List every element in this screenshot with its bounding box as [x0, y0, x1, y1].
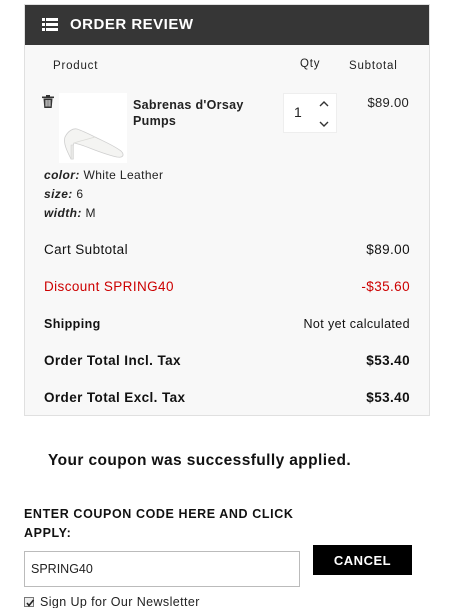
newsletter-signup[interactable]: Sign Up for Our Newsletter: [24, 595, 200, 608]
cart-subtotal-label: Cart Subtotal: [44, 242, 128, 257]
shipping-value: Not yet calculated: [303, 317, 410, 331]
product-name-link[interactable]: Sabrenas d'Orsay Pumps: [133, 97, 263, 129]
order-review-panel: ORDER REVIEW Product Qty Subtotal Sabren…: [24, 4, 430, 416]
coupon-code-label: ENTER COUPON CODE HERE AND CLICK APPLY:: [24, 507, 294, 540]
shipping-label: Shipping: [44, 317, 101, 331]
attribute-value: M: [85, 206, 96, 220]
discount-value: -$35.60: [361, 279, 410, 294]
coupon-code-input[interactable]: [24, 551, 300, 587]
trash-icon[interactable]: [42, 95, 54, 108]
attribute-size: size: 6: [44, 187, 84, 201]
column-header-product: Product: [53, 60, 99, 72]
check-icon: [26, 599, 35, 607]
order-total-incl-value: $53.40: [366, 353, 410, 368]
attribute-key: width:: [44, 206, 82, 220]
order-total-excl-label: Order Total Excl. Tax: [44, 390, 186, 405]
product-image[interactable]: [59, 93, 127, 163]
order-review-title: ORDER REVIEW: [70, 16, 194, 33]
quantity-value[interactable]: 1: [294, 104, 302, 120]
attribute-value: White Leather: [83, 168, 164, 182]
attribute-value: 6: [76, 187, 84, 201]
cancel-coupon-button[interactable]: CANCEL: [313, 545, 412, 575]
coupon-success-message: Your coupon was successfully applied.: [48, 452, 352, 469]
attribute-width: width: M: [44, 206, 96, 220]
list-icon: [42, 18, 58, 31]
quantity-stepper[interactable]: 1: [283, 93, 337, 133]
column-header-qty: Qty: [300, 58, 321, 70]
attribute-key: color:: [44, 168, 80, 182]
order-total-excl-value: $53.40: [366, 390, 410, 405]
column-header-subtotal: Subtotal: [349, 60, 398, 72]
attribute-color: color: White Leather: [44, 168, 163, 182]
item-subtotal: $89.00: [367, 95, 409, 110]
discount-label: Discount SPRING40: [44, 279, 174, 294]
chevron-down-icon[interactable]: [319, 120, 329, 128]
attribute-key: size:: [44, 187, 73, 201]
newsletter-checkbox[interactable]: [24, 597, 35, 607]
order-review-header: ORDER REVIEW: [25, 5, 429, 45]
chevron-up-icon[interactable]: [319, 100, 329, 108]
cart-subtotal-value: $89.00: [366, 242, 410, 257]
newsletter-label[interactable]: Sign Up for Our Newsletter: [40, 595, 200, 608]
order-total-incl-label: Order Total Incl. Tax: [44, 353, 181, 368]
shoe-illustration: [64, 128, 124, 160]
